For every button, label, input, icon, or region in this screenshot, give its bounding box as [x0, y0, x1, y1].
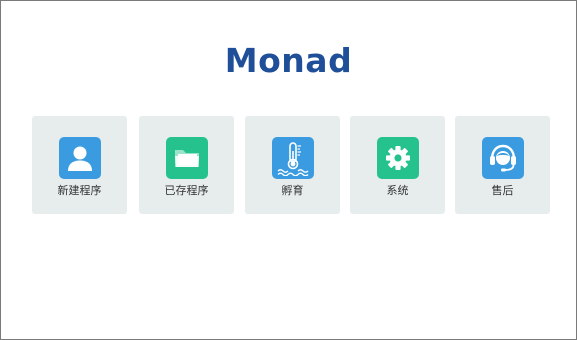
- saved-programs-tile[interactable]: 已存程序: [139, 116, 234, 214]
- headset-support-icon: [482, 137, 524, 179]
- brand-logo: Monad: [224, 41, 353, 80]
- system-label: 系统: [386, 184, 409, 197]
- after-sales-label: 售后: [491, 184, 514, 197]
- gear-icon: [377, 137, 419, 179]
- incubation-label: 孵育: [281, 184, 304, 197]
- saved-programs-label: 已存程序: [164, 184, 209, 197]
- main-screen: Monad 新建程序 已存程序 孵育 系统 售后: [0, 0, 577, 340]
- user-icon: [59, 137, 101, 179]
- new-program-tile[interactable]: 新建程序: [32, 116, 127, 214]
- incubation-tile[interactable]: 孵育: [245, 116, 340, 214]
- new-program-label: 新建程序: [57, 184, 102, 197]
- folder-icon: [166, 137, 208, 179]
- after-sales-tile[interactable]: 售后: [455, 116, 550, 214]
- system-tile[interactable]: 系统: [350, 116, 445, 214]
- thermometer-icon: [272, 137, 314, 179]
